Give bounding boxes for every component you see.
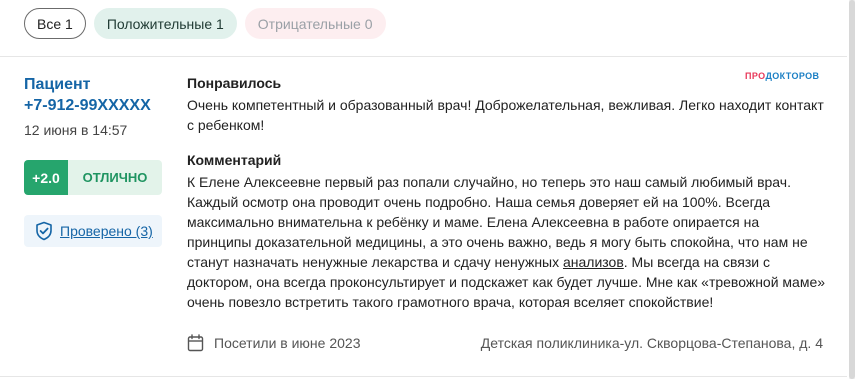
visit-info: Посетили в июне 2023 <box>187 334 360 352</box>
filter-negative-chip[interactable]: Отрицательные 0 <box>244 8 386 39</box>
review-author-block: Пациент +7-912-99XXXXX 12 июня в 14:57 <box>24 74 174 139</box>
review-filters: Все 1 Положительные 1 Отрицательные 0 <box>24 8 386 39</box>
shield-check-icon <box>34 221 54 241</box>
review-author-name[interactable]: Пациент <box>24 74 174 95</box>
analyses-link[interactable]: анализов <box>563 254 624 270</box>
filter-all-chip[interactable]: Все 1 <box>24 8 86 39</box>
filter-positive-chip[interactable]: Положительные 1 <box>93 8 237 39</box>
liked-text: Очень компетентный и образованный врач! … <box>187 97 824 133</box>
review-bottom-divider <box>0 376 847 377</box>
review-author-phone[interactable]: +7-912-99XXXXX <box>24 95 174 116</box>
rating-badge: +2.0 ОТЛИЧНО <box>24 160 162 195</box>
liked-title: Понравилось <box>187 75 282 91</box>
review-liked-section: Понравилось Очень компетентный и образов… <box>187 74 827 135</box>
rating-word: ОТЛИЧНО <box>68 160 162 195</box>
scrollbar-thumb[interactable] <box>849 0 855 379</box>
filters-divider <box>0 56 847 57</box>
rating-score: +2.0 <box>24 160 68 195</box>
page-scrollbar[interactable] <box>849 0 855 379</box>
review-footer: Посетили в июне 2023 Детская поликлиника… <box>187 333 823 353</box>
verified-button[interactable]: Проверено (3) <box>24 215 162 247</box>
clinic-name[interactable]: Детская поликлиника-ул. Скворцова-Степан… <box>481 335 823 351</box>
visit-date-text: Посетили в июне 2023 <box>214 335 361 351</box>
review-comment-section: Комментарий К Елене Алексеевне первый ра… <box>187 151 827 312</box>
comment-text: К Елене Алексеевне первый раз попали слу… <box>187 172 827 312</box>
comment-title: Комментарий <box>187 152 282 168</box>
verified-label[interactable]: Проверено (3) <box>60 223 153 239</box>
calendar-icon <box>187 334 204 352</box>
review-date: 12 июня в 14:57 <box>24 122 128 138</box>
